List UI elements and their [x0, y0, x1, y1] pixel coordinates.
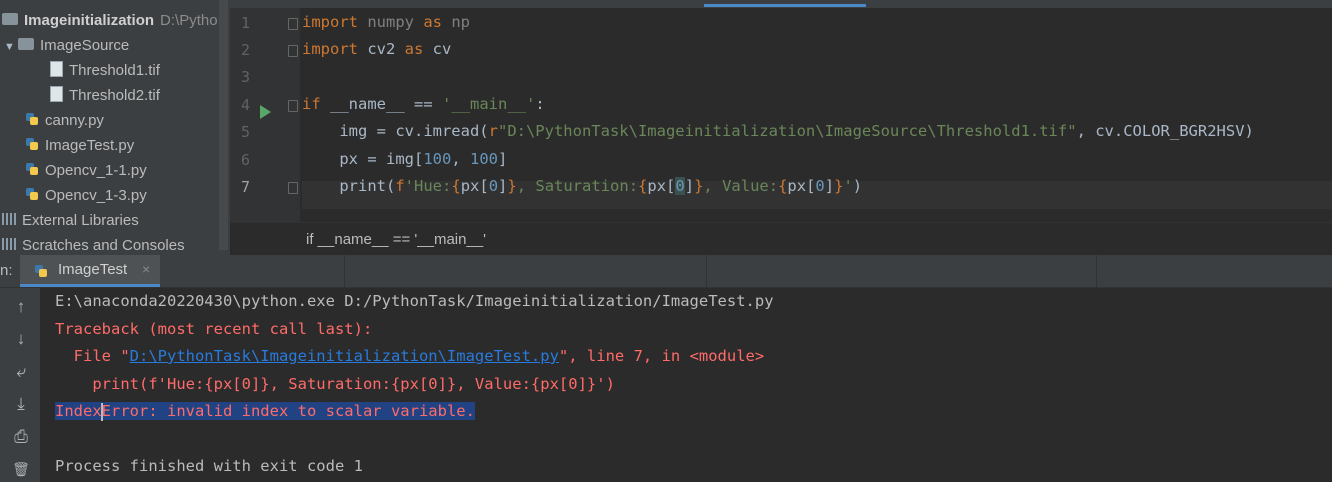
header-divider [344, 255, 345, 287]
chevron-down-icon[interactable]: ▼ [4, 35, 18, 60]
tree-file[interactable]: ImageTest.py [25, 133, 134, 158]
python-file-icon [26, 138, 38, 151]
trash-icon[interactable]: 🗑 [10, 458, 32, 480]
console-code-line: print(f'Hue:{px[0]}, Saturation:{px[0]},… [55, 375, 615, 393]
fold-marker-icon[interactable] [288, 18, 298, 30]
code-line-2: import cv2 as cv [302, 40, 452, 58]
console-output[interactable]: E:\anaconda20220430\python.exe D:/Python… [55, 288, 1325, 482]
print-icon[interactable]: ⎙ [10, 426, 32, 448]
python-file-icon [26, 188, 38, 201]
tree-external-libraries[interactable]: External Libraries [2, 208, 139, 233]
image-file-icon [50, 86, 63, 103]
tree-root[interactable]: Imageinitialization D:\Pytho [2, 8, 218, 33]
python-file-icon [35, 265, 47, 277]
run-header: n: ImageTest × [0, 255, 1332, 288]
line-number: 3 [240, 68, 250, 86]
fold-marker-icon[interactable] [288, 45, 298, 57]
tree-file[interactable]: Opencv_1-3.py [25, 183, 147, 208]
code-line-5: img = cv.imread(r"D:\PythonTask\Imageini… [302, 122, 1254, 140]
soft-wrap-icon[interactable]: ⤶ [10, 361, 32, 383]
run-toolbar: ↑ ↓ ⤶ ⤓ ⎙ 🗑 [0, 288, 40, 482]
tree-scrollbar[interactable] [219, 0, 228, 250]
python-file-icon [26, 113, 38, 126]
tree-scratches[interactable]: Scratches and Consoles [2, 233, 185, 255]
editor-gutter: 1 2 3 4 5 6 7 [230, 8, 300, 222]
line-number: 1 [240, 14, 250, 32]
line-number: 2 [240, 41, 250, 59]
line-number: 6 [240, 151, 250, 169]
run-tab-imagetest[interactable]: ImageTest × [20, 255, 160, 287]
folder-icon [2, 13, 18, 26]
tree-file[interactable]: canny.py [25, 108, 104, 133]
tree-file[interactable]: Threshold2.tif [50, 83, 160, 108]
fold-marker-icon[interactable] [288, 182, 298, 194]
python-file-icon [26, 163, 38, 176]
breadcrumb[interactable]: if __name__ == '__main__' [230, 222, 1332, 256]
scroll-to-end-icon[interactable]: ⤓ [10, 393, 32, 415]
console-error-line: IndexError: invalid index to scalar vari… [55, 402, 475, 421]
traceback-file-link[interactable]: D:\PythonTask\Imageinitialization\ImageT… [130, 347, 559, 365]
console-traceback: Traceback (most recent call last): [55, 320, 373, 338]
code-line-4: if __name__ == '__main__': [302, 95, 545, 113]
code-area[interactable]: import numpy as np import cv2 as cv if _… [302, 8, 1332, 222]
header-divider [706, 255, 707, 287]
image-file-icon [50, 61, 63, 78]
editor-tabs[interactable] [230, 0, 1332, 8]
run-gutter-icon[interactable] [260, 105, 271, 119]
fold-marker-icon[interactable] [288, 100, 298, 112]
console-command: E:\anaconda20220430\python.exe D:/Python… [55, 292, 774, 310]
project-tool-window: Imageinitialization D:\Pytho ▼ ImageSource… [0, 0, 231, 255]
run-label: n: [0, 262, 13, 279]
line-number: 4 [240, 96, 250, 114]
line-number: 5 [240, 123, 250, 141]
folder-icon [18, 38, 34, 51]
tree-file[interactable]: Threshold1.tif [50, 58, 160, 83]
code-line-7: print(f'Hue:{px[0]}, Saturation:{px[0]},… [302, 177, 863, 195]
run-tool-window: n: ImageTest × ↑ ↓ ⤶ ⤓ ⎙ 🗑 E:\anaconda20… [0, 255, 1332, 482]
library-icon [2, 213, 16, 226]
down-arrow-icon[interactable]: ↓ [10, 328, 32, 350]
up-arrow-icon[interactable]: ↑ [10, 296, 32, 318]
close-tab-icon[interactable]: × [142, 261, 150, 277]
code-editor[interactable]: 1 2 3 4 5 6 7 import numpy as np import … [230, 0, 1332, 256]
tree-file[interactable]: Opencv_1-1.py [25, 158, 147, 183]
console-file-line: File "D:\PythonTask\Imageinitialization\… [55, 347, 765, 365]
tree-folder-imagesource[interactable]: ▼ ImageSource [4, 33, 129, 58]
header-divider [1096, 255, 1097, 287]
code-line-6: px = img[100, 100] [302, 150, 508, 168]
console-exit-line: Process finished with exit code 1 [55, 457, 363, 475]
code-line-1: import numpy as np [302, 13, 470, 31]
active-tab-indicator[interactable] [704, 4, 866, 7]
line-number: 7 [240, 178, 250, 196]
scratches-icon [2, 238, 16, 251]
